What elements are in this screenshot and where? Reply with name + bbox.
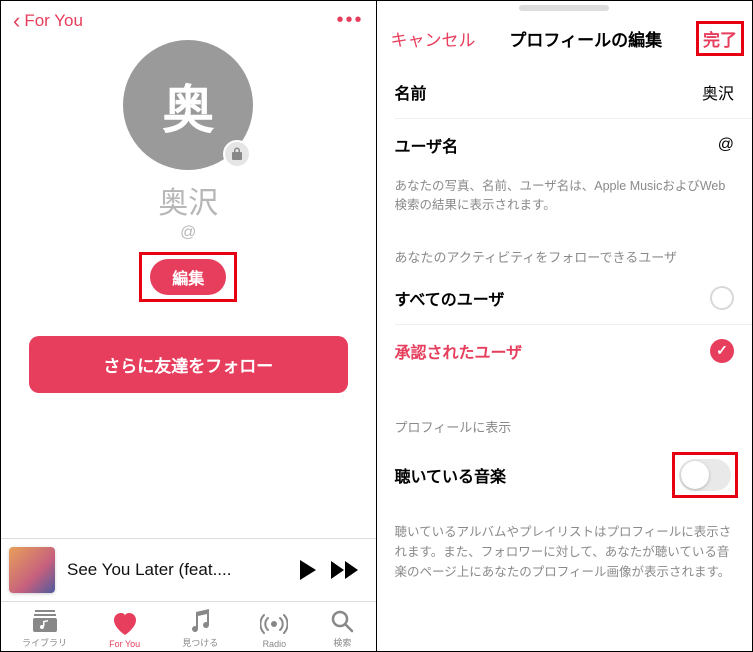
name-value: 奥沢: [702, 80, 734, 104]
tab-radio[interactable]: Radio: [260, 611, 288, 649]
album-art: [9, 547, 55, 593]
avatar-initial: 奥: [162, 68, 214, 143]
radio-checked-icon: ✓: [710, 339, 734, 363]
tab-label: ライブラリ: [22, 636, 67, 649]
option-label: すべてのユーザ: [395, 286, 505, 310]
done-highlight: 完了: [696, 21, 744, 56]
track-title: See You Later (feat....: [67, 560, 286, 580]
option-all-users[interactable]: すべてのユーザ: [377, 272, 753, 324]
tab-label: Radio: [263, 639, 287, 649]
listening-toggle[interactable]: [679, 459, 731, 491]
listening-label: 聴いている音楽: [395, 463, 507, 487]
option-label: 承認されたユーザ: [395, 339, 523, 363]
tab-bar: ライブラリ For You 見つける Radio: [1, 602, 376, 651]
show-on-profile-label: プロフィールに表示: [377, 377, 753, 442]
radio-unchecked-icon: [710, 286, 734, 310]
tab-browse[interactable]: 見つける: [182, 608, 218, 649]
name-row[interactable]: 名前 奥沢: [377, 66, 753, 118]
username-value: @: [718, 136, 734, 154]
listening-footnote: 聴いているアルバムやプレイリストはプロフィールに表示されます。また、フォロワーに…: [377, 508, 753, 596]
tab-for-you[interactable]: For You: [109, 611, 140, 649]
tab-label: 検索: [333, 636, 351, 649]
chevron-left-icon: ‹: [13, 10, 20, 32]
tab-label: For You: [109, 639, 140, 649]
sheet-handle: [377, 1, 753, 11]
follow-more-button[interactable]: さらに友達をフォロー: [29, 336, 348, 393]
music-note-icon: [189, 608, 211, 634]
fast-forward-icon[interactable]: [330, 560, 360, 580]
avatar-container: 奥: [123, 40, 253, 170]
profile-handle: @: [180, 224, 196, 242]
edit-profile-screen: キャンセル プロフィールの編集 完了 名前 奥沢 ユーザ名 @ あなたの写真、名…: [377, 1, 753, 651]
cancel-button[interactable]: キャンセル: [391, 26, 476, 51]
toggle-knob: [681, 461, 709, 489]
listening-music-row: 聴いている音楽: [377, 442, 753, 508]
done-button[interactable]: 完了: [703, 26, 737, 51]
play-icon[interactable]: [298, 559, 318, 581]
library-icon: [33, 608, 57, 634]
radio-icon: [260, 611, 288, 637]
edit-highlight: 編集: [139, 252, 237, 302]
back-button[interactable]: ‹ For You: [13, 10, 83, 32]
edit-button[interactable]: 編集: [150, 259, 226, 295]
tab-search[interactable]: 検索: [330, 608, 354, 649]
back-label: For You: [24, 11, 83, 31]
search-icon: [330, 608, 354, 634]
name-label: 名前: [395, 80, 427, 104]
tab-label: 見つける: [182, 636, 218, 649]
now-playing-bar[interactable]: See You Later (feat....: [1, 538, 376, 602]
lock-icon: [223, 140, 251, 168]
follower-section-label: あなたのアクティビティをフォローできるユーザ: [377, 229, 753, 272]
screen-title: プロフィールの編集: [509, 26, 662, 51]
toggle-highlight: [672, 452, 738, 498]
heart-icon: [112, 611, 138, 637]
username-row[interactable]: ユーザ名 @: [377, 119, 753, 171]
profile-name: 奥沢: [158, 178, 218, 222]
privacy-hint: あなたの写真、名前、ユーザ名は、Apple MusicおよびWeb検索の結果に表…: [377, 171, 753, 229]
option-approved-users[interactable]: 承認されたユーザ ✓: [377, 325, 753, 377]
profile-screen: ‹ For You ••• 奥 奥沢 @ 編集 さらに友達をフォロー: [1, 1, 377, 651]
more-button[interactable]: •••: [336, 9, 363, 32]
username-label: ユーザ名: [395, 133, 459, 157]
tab-library[interactable]: ライブラリ: [22, 608, 67, 649]
